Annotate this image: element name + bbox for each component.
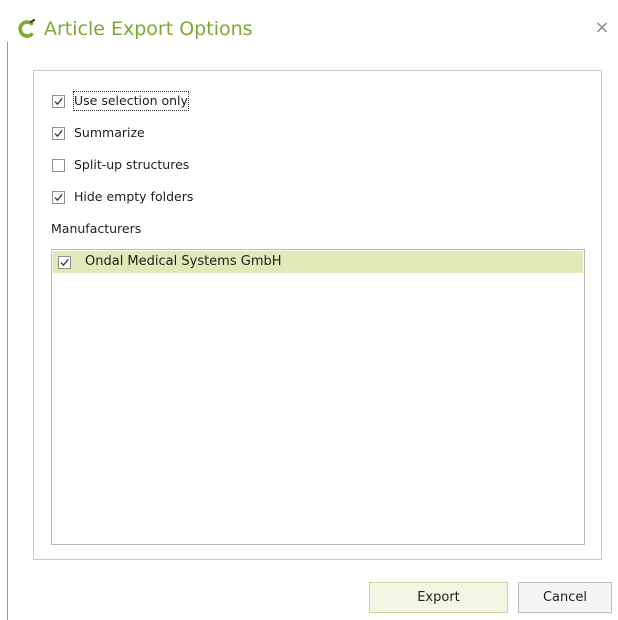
options-panel: Use selection only Summarize Split-up st… xyxy=(33,70,602,560)
manufacturers-label: Manufacturers xyxy=(51,221,142,236)
checkmark-icon xyxy=(60,258,69,266)
window-left-border xyxy=(7,42,8,620)
manufacturers-list[interactable]: Ondal Medical Systems GmbH xyxy=(51,249,585,545)
hide-empty-folders-label: Hide empty folders xyxy=(74,189,194,204)
manufacturer-checkbox[interactable] xyxy=(58,255,71,269)
close-icon[interactable]: × xyxy=(592,18,612,38)
split-up-structures-checkbox[interactable] xyxy=(52,158,65,172)
use-selection-only-label: Use selection only xyxy=(73,91,189,111)
summarize-label: Summarize xyxy=(74,125,145,140)
dialog-title: Article Export Options xyxy=(44,18,253,40)
option-summarize[interactable]: Summarize xyxy=(52,123,145,143)
cancel-button[interactable]: Cancel xyxy=(518,582,612,613)
use-selection-only-checkbox[interactable] xyxy=(52,94,65,108)
checkmark-icon xyxy=(54,129,63,137)
hide-empty-folders-checkbox[interactable] xyxy=(52,190,65,204)
option-split-up-structures[interactable]: Split-up structures xyxy=(52,155,189,175)
option-use-selection-only[interactable]: Use selection only xyxy=(52,91,189,111)
dialog-title-bar: Article Export Options × xyxy=(0,0,618,60)
summarize-checkbox[interactable] xyxy=(52,126,65,140)
manufacturer-name: Ondal Medical Systems GmbH xyxy=(85,254,282,269)
logo-c-icon xyxy=(14,17,38,41)
option-hide-empty-folders[interactable]: Hide empty folders xyxy=(52,187,193,207)
export-button[interactable]: Export xyxy=(369,582,508,613)
split-up-structures-label: Split-up structures xyxy=(74,157,190,172)
list-item[interactable]: Ondal Medical Systems GmbH xyxy=(53,251,583,273)
checkmark-icon xyxy=(54,97,63,105)
checkmark-icon xyxy=(54,193,63,201)
